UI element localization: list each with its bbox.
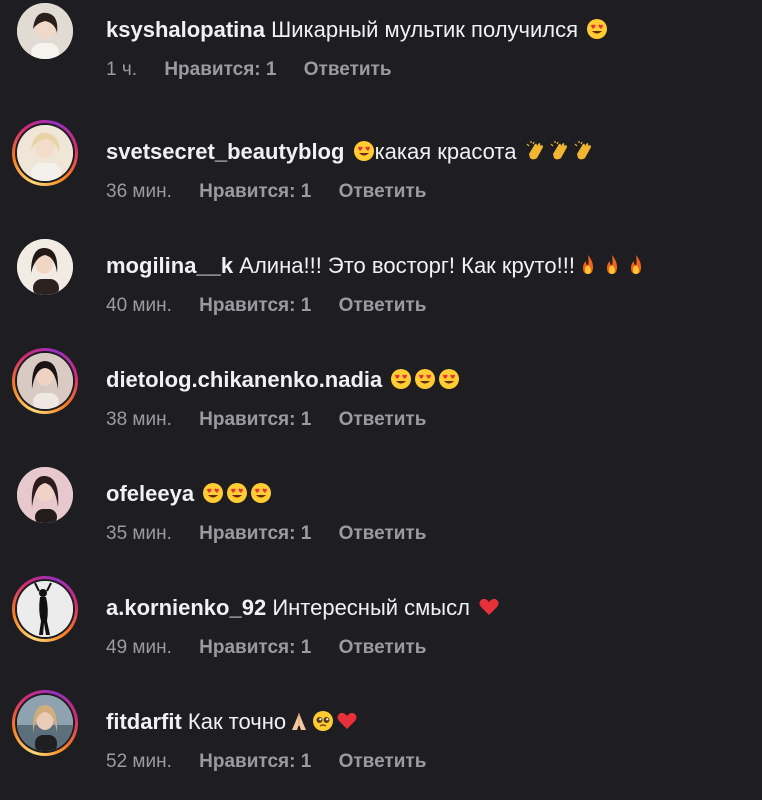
comment-meta: 40 мин. Нравится: 1 Ответить bbox=[106, 294, 448, 318]
comment-username[interactable]: dietolog.chikanenko.nadia bbox=[106, 367, 382, 392]
comment-text: Интересный смысл bbox=[272, 595, 477, 620]
avatar-image bbox=[17, 695, 73, 751]
comment-text: какая красота bbox=[374, 139, 523, 164]
clap-icon bbox=[573, 140, 595, 162]
fire-icon bbox=[601, 254, 623, 276]
heart-eyes-icon bbox=[414, 368, 436, 390]
fire-icon bbox=[625, 254, 647, 276]
likes-count[interactable]: Нравится: 1 bbox=[199, 295, 311, 316]
reply-button[interactable]: Ответить bbox=[304, 59, 392, 80]
likes-count[interactable]: Нравится: 1 bbox=[199, 409, 311, 430]
comment-time: 36 мин. bbox=[106, 181, 172, 202]
avatar[interactable] bbox=[12, 348, 78, 414]
reply-button[interactable]: Ответить bbox=[339, 409, 427, 430]
comment-line: dietolog.chikanenko.nadia bbox=[106, 366, 460, 394]
comment-item: fitdarfit Как точно 52 мин. Нравится: 1 … bbox=[0, 690, 762, 792]
comment-time: 49 мин. bbox=[106, 637, 172, 658]
comment-text: Алина!!! Это восторг! Как круто!!! bbox=[239, 253, 575, 278]
heart-eyes-icon bbox=[250, 482, 272, 504]
comment-item: mogilina__k Алина!!! Это восторг! Как кр… bbox=[0, 236, 762, 336]
comment-text: Шикарный мультик получился bbox=[271, 17, 585, 42]
clap-icon bbox=[525, 140, 547, 162]
comment-meta: 36 мин. Нравится: 1 Ответить bbox=[106, 180, 448, 204]
avatar[interactable] bbox=[12, 690, 78, 756]
comment-meta: 52 мин. Нравится: 1 Ответить bbox=[106, 750, 448, 774]
comment-line: svetsecret_beautyblog какая красота bbox=[106, 138, 595, 166]
comment-item: dietolog.chikanenko.nadia 38 мин. Нравит… bbox=[0, 348, 762, 450]
heart-eyes-icon bbox=[390, 368, 412, 390]
reply-button[interactable]: Ответить bbox=[339, 523, 427, 544]
heart-eyes-icon bbox=[438, 368, 460, 390]
comment-item: ofeleeya 35 мин. Нравится: 1 Ответить bbox=[0, 464, 762, 564]
likes-count[interactable]: Нравится: 1 bbox=[199, 181, 311, 202]
comment-meta: 38 мин. Нравится: 1 Ответить bbox=[106, 408, 448, 432]
avatar[interactable] bbox=[12, 576, 78, 642]
comment-username[interactable]: mogilina__k bbox=[106, 253, 233, 278]
avatar[interactable] bbox=[12, 120, 78, 186]
comment-line: ofeleeya bbox=[106, 480, 272, 508]
likes-count[interactable]: Нравится: 1 bbox=[199, 637, 311, 658]
fire-icon bbox=[577, 254, 599, 276]
comment-username[interactable]: ksyshalopatina bbox=[106, 17, 265, 42]
comment-username[interactable]: fitdarfit bbox=[106, 709, 182, 734]
comment-line: fitdarfit Как точно bbox=[106, 708, 358, 736]
likes-count[interactable]: Нравится: 1 bbox=[164, 59, 276, 80]
avatar[interactable] bbox=[12, 234, 78, 300]
red-heart-icon bbox=[478, 596, 500, 618]
reply-button[interactable]: Ответить bbox=[339, 751, 427, 772]
comment-line: mogilina__k Алина!!! Это восторг! Как кр… bbox=[106, 252, 647, 280]
comment-meta: 1 ч. Нравится: 1 Ответить bbox=[106, 58, 414, 82]
heart-eyes-icon bbox=[202, 482, 224, 504]
comment-time: 52 мин. bbox=[106, 751, 172, 772]
avatar-image bbox=[17, 3, 73, 59]
comment-time: 1 ч. bbox=[106, 59, 138, 80]
comment-meta: 35 мин. Нравится: 1 Ответить bbox=[106, 522, 448, 546]
reply-button[interactable]: Ответить bbox=[339, 637, 427, 658]
avatar[interactable] bbox=[12, 462, 78, 528]
avatar[interactable] bbox=[12, 0, 78, 64]
reply-button[interactable]: Ответить bbox=[339, 181, 427, 202]
comment-username[interactable]: svetsecret_beautyblog bbox=[106, 139, 344, 164]
comment-item: a.kornienko_92 Интересный смысл 49 мин. … bbox=[0, 576, 762, 678]
heart-eyes-icon bbox=[353, 140, 375, 162]
comment-item: svetsecret_beautyblog какая красота 36 м… bbox=[0, 120, 762, 222]
comment-line: a.kornienko_92 Интересный смысл bbox=[106, 594, 500, 622]
likes-count[interactable]: Нравится: 1 bbox=[199, 751, 311, 772]
avatar-image bbox=[17, 239, 73, 295]
pleading-face-icon bbox=[312, 710, 334, 732]
red-heart-icon bbox=[336, 710, 358, 732]
avatar-image bbox=[17, 581, 73, 637]
comments-list: ksyshalopatina Шикарный мультик получилс… bbox=[0, 0, 762, 800]
comment-time: 35 мин. bbox=[106, 523, 172, 544]
avatar-image bbox=[17, 353, 73, 409]
clap-icon bbox=[549, 140, 571, 162]
heart-eyes-icon bbox=[226, 482, 248, 504]
comment-username[interactable]: a.kornienko_92 bbox=[106, 595, 266, 620]
avatar-image bbox=[17, 467, 73, 523]
comment-username[interactable]: ofeleeya bbox=[106, 481, 194, 506]
comment-item: ksyshalopatina Шикарный мультик получилс… bbox=[0, 0, 762, 100]
comment-line: ksyshalopatina Шикарный мультик получилс… bbox=[106, 16, 608, 44]
reply-button[interactable]: Ответить bbox=[339, 295, 427, 316]
comment-text: Как точно bbox=[187, 709, 287, 734]
folded-hands-icon bbox=[288, 710, 310, 732]
likes-count[interactable]: Нравится: 1 bbox=[199, 523, 311, 544]
heart-eyes-icon bbox=[586, 18, 608, 40]
comment-time: 38 мин. bbox=[106, 409, 172, 430]
comment-meta: 49 мин. Нравится: 1 Ответить bbox=[106, 636, 448, 660]
avatar-image bbox=[17, 125, 73, 181]
comment-time: 40 мин. bbox=[106, 295, 172, 316]
